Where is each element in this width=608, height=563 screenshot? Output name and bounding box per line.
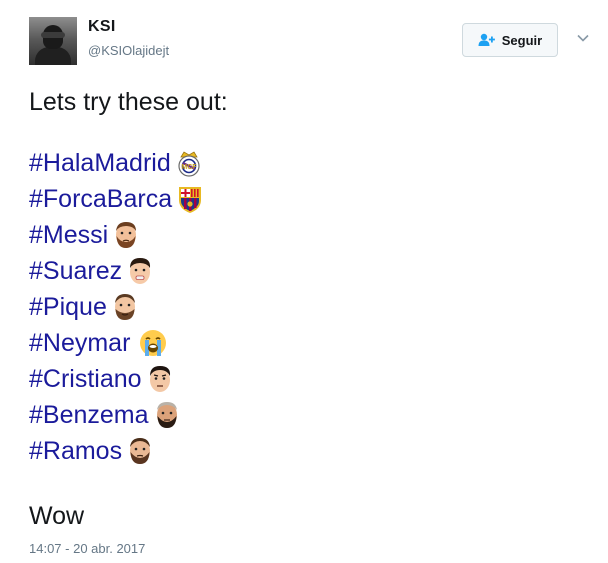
- svg-text:MCF: MCF: [181, 164, 197, 171]
- hashtag-row: #ForcaBarca: [29, 181, 205, 217]
- pique-face-icon: [110, 292, 140, 322]
- hashtag-row: #Benzema: [29, 397, 205, 433]
- chevron-down-icon[interactable]: [576, 31, 590, 45]
- real-madrid-crest-icon: MCF: [174, 148, 204, 178]
- tweet-outro-text: Wow: [29, 502, 85, 530]
- hashtag-row: #Neymar: [29, 325, 205, 361]
- tweet-intro-text: Lets try these out:: [29, 88, 228, 116]
- hashtag-link[interactable]: #ForcaBarca: [29, 185, 172, 214]
- hashtag-link[interactable]: #Ramos: [29, 437, 122, 466]
- author-name[interactable]: KSI: [88, 18, 116, 36]
- avatar[interactable]: [29, 17, 77, 65]
- hashtag-link[interactable]: #Benzema: [29, 401, 149, 430]
- add-user-icon: [478, 33, 496, 47]
- hashtag-row: #Ramos: [29, 433, 205, 469]
- hashtag-link[interactable]: #Neymar: [29, 329, 130, 358]
- author-handle[interactable]: @KSIOlajidejt: [88, 43, 169, 58]
- hashtag-row: #Cristiano: [29, 361, 205, 397]
- hashtag-row: #HalaMadrid MCF: [29, 145, 205, 181]
- hashtag-row: #Pique: [29, 289, 205, 325]
- tweet-timestamp[interactable]: 14:07 - 20 abr. 2017: [29, 541, 145, 556]
- loudly-crying-face-icon: [138, 328, 168, 358]
- hashtag-link[interactable]: #Pique: [29, 293, 107, 322]
- suarez-face-icon: [125, 256, 155, 286]
- cristiano-face-icon: [145, 364, 175, 394]
- hashtag-list: #HalaMadrid MCF #ForcaBarca #Messi #Suar…: [29, 145, 205, 469]
- hashtag-row: #Suarez: [29, 253, 205, 289]
- hashtag-link[interactable]: #HalaMadrid: [29, 149, 171, 178]
- ramos-face-icon: [125, 436, 155, 466]
- fc-barcelona-crest-icon: [175, 184, 205, 214]
- follow-button-label: Seguir: [501, 32, 543, 48]
- messi-face-icon: [111, 220, 141, 250]
- hashtag-row: #Messi: [29, 217, 205, 253]
- tweet-card: KSI @KSIOlajidejt Seguir Lets try these …: [0, 0, 608, 563]
- tweet-header: KSI @KSIOlajidejt Seguir: [29, 17, 589, 67]
- hashtag-link[interactable]: #Suarez: [29, 257, 122, 286]
- follow-button[interactable]: Seguir: [462, 23, 558, 57]
- hashtag-link[interactable]: #Messi: [29, 221, 108, 250]
- hashtag-link[interactable]: #Cristiano: [29, 365, 142, 394]
- benzema-face-icon: [152, 400, 182, 430]
